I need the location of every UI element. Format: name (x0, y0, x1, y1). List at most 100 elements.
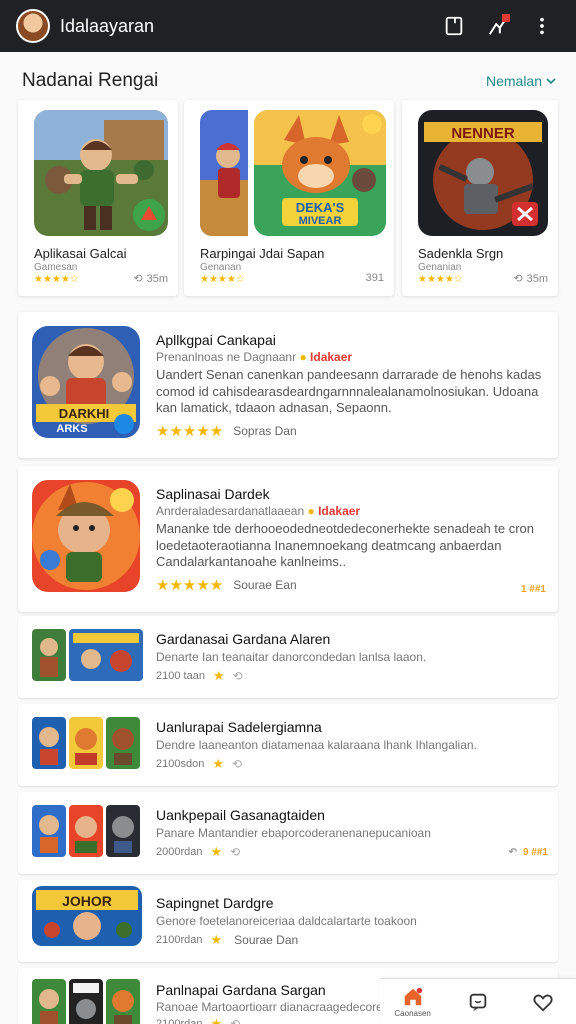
app-rating: ★★★★★ Sourae Ean (156, 576, 297, 594)
game-thumbnail: DEKA'S MIVEAR (254, 110, 386, 236)
star-rating: ★★★★★ (156, 423, 224, 440)
notification-icon[interactable] (478, 6, 518, 46)
download-icon: ⟲ (513, 273, 523, 285)
more-options-icon[interactable] (522, 6, 562, 46)
game-thumbnail (34, 110, 168, 236)
nav-messages[interactable] (456, 980, 500, 1024)
app-subtitle: Denarte Ian teanaitar danorcondedan lanl… (156, 650, 427, 664)
app-title: Apllkgpai Cankapai (156, 332, 276, 348)
bottom-navigation: Caonasen (380, 978, 576, 1024)
svg-text:NENNER: NENNER (451, 125, 515, 142)
card-category: Genanian (418, 262, 462, 273)
download-count: 2100sdon (156, 758, 205, 770)
download-count: 2100rdan (156, 1018, 203, 1024)
download-icon: ⟲ (133, 273, 143, 285)
app-subtitle: Genore foetelanoreiceriaa daldcalartarte… (156, 914, 417, 928)
app-title: Saplinasai Dardek (156, 486, 270, 502)
rank-badge: 1 ##1 (520, 584, 546, 595)
app-rating: ★★★★★ Sopras Dan (156, 422, 297, 440)
thumbnail-strip: JOHOR (32, 886, 142, 946)
rating-label: Sourae Dan (234, 933, 299, 947)
heart-icon (533, 994, 553, 1012)
svg-text:ARKS: ARKS (56, 423, 87, 435)
app-developer: Prenanlnoas ne Dagnaanr (156, 350, 297, 364)
chevron-down-icon (546, 78, 556, 85)
rank-badge: ↶ 9 ##1 (509, 847, 548, 858)
hot-icon: ● (299, 350, 307, 364)
app-subtitle: Panare Mantandier ebaporcoderanenanepuca… (156, 826, 431, 840)
app-title: Uankpepail Gasanagtaiden (156, 807, 325, 823)
app-subtitle: Dendre laaneanton diatamenaa kalaraana l… (156, 738, 477, 752)
svg-text:DEKA'S: DEKA'S (296, 200, 345, 215)
star-icon: ★ (210, 932, 223, 947)
app-meta: 2100rdan ★ Sourae Dan (156, 932, 298, 948)
app-meta: 2000rdan ★ ⟲ (156, 844, 240, 860)
app-description: Uandert Senan canenkan pandeesann darrar… (156, 367, 542, 415)
svg-text:JOHOR: JOHOR (62, 893, 112, 909)
section-header: Nadanai Rengai Nemalan (22, 70, 556, 92)
featured-card[interactable]: DEKA'S MIVEAR Rarpingai Jdai Sapan Genan… (184, 100, 394, 296)
app-title: Sapingnet Dardgre (156, 895, 274, 911)
nav-favorites[interactable] (521, 980, 565, 1024)
card-name: Aplikasai Galcai (34, 246, 127, 261)
refresh-icon: ⟲ (231, 757, 243, 771)
download-count-label: 35m (526, 272, 548, 285)
star-rating: ★★★★☆ (200, 274, 245, 285)
game-thumbnail: NENNER (418, 110, 548, 236)
thumbnail (106, 979, 140, 1024)
list-item[interactable]: Gardanasai Gardana Alaren Denarte Ian te… (18, 616, 558, 698)
star-rating: ★★★★☆ (418, 274, 463, 285)
list-item[interactable]: Uanlurapai Sadelergiamna Dendre laaneant… (18, 704, 558, 786)
app-card[interactable]: DARKHI ARKS Apllkgpai Cankapai Prenanlno… (18, 312, 558, 458)
download-count: ⟲ 35m (133, 272, 168, 286)
list-item[interactable]: JOHOR Sapingnet Dardgre Genore foetelano… (18, 880, 558, 962)
refresh-icon: ⟲ (232, 669, 243, 683)
star-icon: ★ (212, 756, 224, 771)
nav-home[interactable]: Caonasen (391, 980, 435, 1024)
app-meta: 2100 taan ★ ⟲ (156, 668, 243, 684)
star-rating: ★★★★☆ (34, 274, 79, 285)
bookmark-icon[interactable] (434, 6, 474, 46)
svg-text:MIVEAR: MIVEAR (299, 215, 342, 227)
app-subtitle: Prenanlnoas ne Dagnaanr ● Idakaer (156, 350, 352, 364)
thumbnail (106, 717, 140, 769)
featured-card[interactable]: NENNER Sadenkla Srgn Genanian ★★★★☆ ⟲ 35… (402, 100, 558, 296)
main-content: Nadanai Rengai Nemalan Aplikasai Galcai … (0, 52, 576, 1024)
thumbnail-strip (32, 717, 140, 769)
rating-label: Sourae Ean (233, 578, 297, 592)
section-title: Nadanai Rengai (22, 70, 159, 91)
app-meta: 2100sdon ★ ⟲ (156, 756, 242, 772)
see-more-link[interactable]: Nemalan (486, 73, 556, 89)
thumbnail (69, 629, 143, 681)
card-category: Genanan (200, 262, 242, 273)
app-description: Mananke tde derhooeodedneotdedeconerhekt… (156, 521, 535, 569)
thumbnail (32, 629, 66, 681)
list-item[interactable]: Uankpepail Gasanagtaiden Panare Mantandi… (18, 792, 558, 874)
app-developer: Anrderaladesardanatlaaean (156, 504, 305, 518)
hot-icon: ● (307, 504, 315, 518)
card-name: Rarpingai Jdai Sapan (200, 246, 325, 261)
download-count-label: 391 (365, 272, 384, 284)
app-title: Panlnapai Gardana Sargan (156, 982, 326, 998)
app-meta: 2100rdan ★ ⟲ (156, 1016, 240, 1024)
app-tag: Idakaer (318, 504, 361, 518)
star-icon: ★ (210, 1016, 223, 1024)
nav-home-label: Caonasen (394, 1008, 431, 1018)
app-subtitle: Anrderaladesardanatlaaean ● Idakaer (156, 504, 360, 518)
chat-icon (469, 993, 487, 1011)
avatar[interactable] (16, 9, 50, 43)
card-name: Sadenkla Srgn (418, 246, 504, 261)
thumbnail (32, 717, 66, 769)
thumbnail (69, 979, 103, 1024)
app-card[interactable]: Saplinasai Dardek Anrderaladesardanatlaa… (18, 466, 558, 612)
thumbnail (106, 805, 140, 857)
svg-text:DARKHI: DARKHI (59, 406, 110, 421)
card-category: Gamesan (34, 262, 78, 273)
star-rating: ★★★★★ (156, 577, 224, 594)
top-app-bar: Idalaayaran (0, 0, 576, 52)
thumbnail (69, 717, 103, 769)
refresh-icon: ⟲ (230, 1017, 241, 1024)
featured-card[interactable]: Aplikasai Galcai Gamesan ★★★★☆ ⟲ 35m (18, 100, 178, 296)
refresh-icon: ⟲ (230, 845, 241, 859)
download-count: 2100rdan (156, 934, 203, 946)
